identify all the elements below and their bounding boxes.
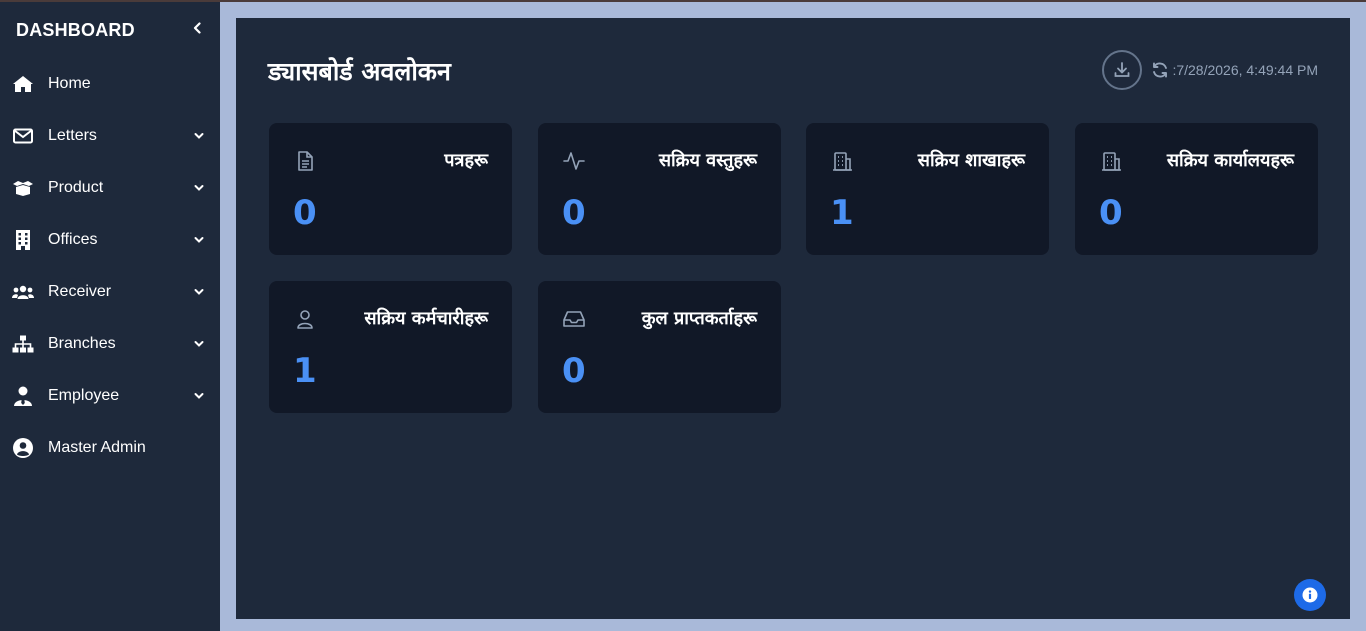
- download-button[interactable]: [1102, 50, 1143, 90]
- refresh-icon: [1153, 62, 1168, 78]
- sidebar-header: DASHBOARD: [0, 2, 220, 58]
- users-icon: [12, 282, 34, 302]
- chevron-down-icon[interactable]: [192, 181, 206, 195]
- sidebar-item-label: Home: [48, 75, 91, 92]
- refresh-button[interactable]: [1150, 60, 1170, 80]
- stat-card-label: सक्रिय शाखाहरू: [917, 150, 1025, 171]
- sidebar-item-label: Product: [48, 179, 104, 196]
- chevron-down-icon[interactable]: [192, 129, 206, 143]
- collapse-sidebar-button[interactable]: [192, 22, 202, 38]
- sidebar-item-label: Receiver: [48, 283, 112, 300]
- stat-card-label: सक्रिय वस्तुहरू: [658, 150, 757, 171]
- sidebar-item-product[interactable]: Product: [0, 162, 220, 214]
- sidebar-item-label: Offices: [48, 231, 98, 248]
- sidebar-item-label: Master Admin: [48, 439, 146, 456]
- stat-card-label: सक्रिय कर्मचारीहरू: [364, 308, 488, 329]
- stat-card-value: 0: [562, 351, 586, 391]
- page-title: ड्यासबोर्ड अवलोकन: [268, 57, 451, 86]
- sidebar-item-offices[interactable]: Offices: [0, 214, 220, 266]
- sidebar-item-label: Branches: [48, 335, 116, 352]
- last-updated-timestamp: :7/28/2026, 4:49:44 PM: [1172, 62, 1318, 78]
- sidebar-title: DASHBOARD: [16, 19, 135, 40]
- sidebar-item-letters[interactable]: Letters: [0, 110, 220, 162]
- building-icon: [830, 149, 854, 173]
- user-tie-icon: [12, 386, 34, 406]
- building-icon: [12, 230, 34, 250]
- chevron-left-icon: [193, 22, 201, 34]
- document-icon: [293, 149, 317, 173]
- stat-card-letters[interactable]: पत्रहरू 0: [269, 123, 512, 255]
- chevron-down-icon[interactable]: [192, 389, 206, 403]
- chevron-down-icon[interactable]: [192, 285, 206, 299]
- sidebar-item-home[interactable]: Home: [0, 58, 220, 110]
- main-content: ड्यासबोर्ड अवलोकन :7/28/2026, 4:49:44 PM…: [236, 18, 1350, 619]
- stat-card-value: 0: [562, 193, 586, 233]
- info-button[interactable]: [1294, 579, 1326, 611]
- stat-card-label: सक्रिय कार्यालयहरू: [1166, 150, 1294, 171]
- sidebar-item-receiver[interactable]: Receiver: [0, 266, 220, 318]
- stat-card-active-products[interactable]: सक्रिय वस्तुहरू 0: [538, 123, 781, 255]
- info-icon: [1302, 587, 1318, 603]
- header-tools: :7/28/2026, 4:49:44 PM: [1102, 50, 1318, 90]
- activity-icon: [562, 149, 586, 173]
- user-icon: [293, 307, 317, 331]
- chevron-down-icon[interactable]: [192, 233, 206, 247]
- stat-card-total-receivers[interactable]: कुल प्राप्तकर्ताहरू 0: [538, 281, 781, 413]
- envelope-icon: [12, 126, 34, 146]
- sidebar-item-label: Letters: [48, 127, 97, 144]
- stat-card-label: कुल प्राप्तकर्ताहरू: [641, 308, 757, 329]
- user-circle-icon: [12, 438, 34, 458]
- sidebar: DASHBOARD Home Letters Product Offices R…: [0, 2, 220, 631]
- stat-card-active-branches[interactable]: सक्रिय शाखाहरू 1: [806, 123, 1049, 255]
- sidebar-item-master-admin[interactable]: Master Admin: [0, 422, 220, 474]
- stat-card-active-employees[interactable]: सक्रिय कर्मचारीहरू 1: [269, 281, 512, 413]
- building-icon: [1099, 149, 1123, 173]
- download-icon: [1115, 62, 1130, 77]
- stat-card-label: पत्रहरू: [444, 150, 488, 171]
- stat-card-active-offices[interactable]: सक्रिय कार्यालयहरू 0: [1075, 123, 1318, 255]
- chevron-down-icon[interactable]: [192, 337, 206, 351]
- sidebar-item-label: Employee: [48, 387, 120, 404]
- inbox-icon: [562, 307, 586, 331]
- box-icon: [12, 178, 34, 198]
- sidebar-item-branches[interactable]: Branches: [0, 318, 220, 370]
- stat-card-value: 0: [1099, 193, 1123, 233]
- stat-card-value: 0: [293, 193, 317, 233]
- sitemap-icon: [12, 334, 34, 354]
- stat-card-value: 1: [293, 351, 317, 391]
- home-icon: [12, 74, 34, 94]
- sidebar-item-employee[interactable]: Employee: [0, 370, 220, 422]
- stat-card-value: 1: [830, 193, 854, 233]
